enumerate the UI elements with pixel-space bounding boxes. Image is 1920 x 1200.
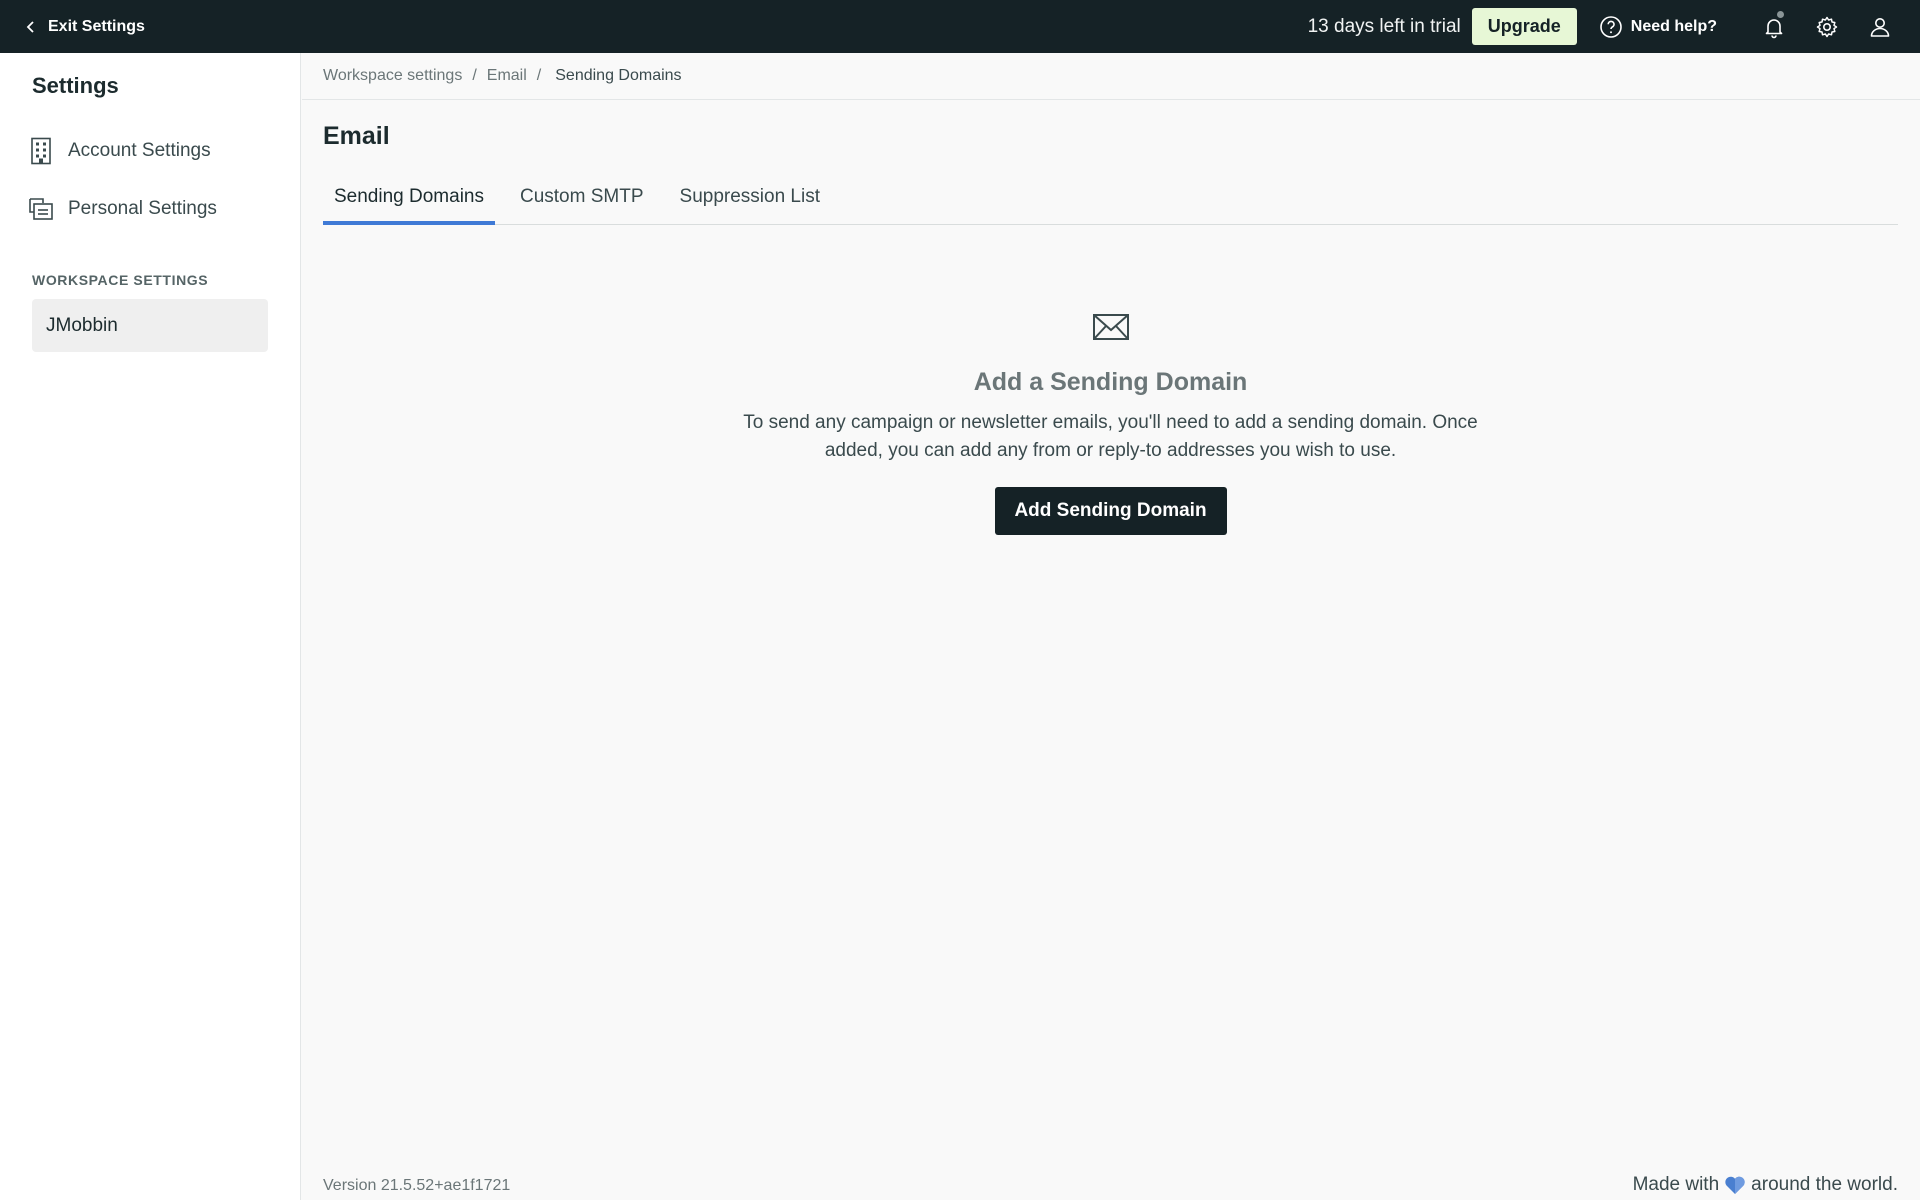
heart-icon — [1725, 1176, 1745, 1194]
breadcrumb-separator: / — [536, 67, 542, 84]
sidebar-item-label: Account Settings — [68, 140, 211, 161]
add-sending-domain-button[interactable]: Add Sending Domain — [994, 487, 1227, 535]
gear-icon — [1816, 16, 1837, 37]
exit-settings-label: Exit Settings — [48, 17, 145, 35]
tab-custom-smtp[interactable]: Custom SMTP — [509, 178, 655, 225]
top-bar-actions: 13 days left in trial Upgrade Need help? — [1308, 0, 1906, 53]
exit-settings-button[interactable]: Exit Settings — [24, 18, 145, 36]
email-tabs: Sending Domains Custom SMTP Suppression … — [323, 178, 1898, 225]
settings-button[interactable] — [1800, 0, 1853, 53]
help-circle-icon — [1599, 15, 1622, 38]
upgrade-button[interactable]: Upgrade — [1471, 8, 1577, 45]
trial-status: 13 days left in trial — [1307, 15, 1461, 37]
need-help-button[interactable]: Need help? — [1599, 15, 1717, 39]
breadcrumb-current: Sending Domains — [555, 67, 682, 84]
page-title: Email — [323, 122, 390, 150]
envelope-icon — [1092, 314, 1129, 340]
chevron-left-icon — [26, 20, 34, 33]
sidebar-item-account-settings[interactable]: Account Settings — [28, 137, 211, 165]
breadcrumb-separator: / — [472, 67, 477, 84]
need-help-label: Need help? — [1630, 17, 1717, 35]
empty-state-title: Add a Sending Domain — [973, 368, 1248, 396]
made-with-text: Made with — [1632, 1174, 1720, 1195]
breadcrumb-workspace-settings[interactable]: Workspace settings — [323, 67, 462, 85]
notification-dot — [1777, 11, 1784, 18]
empty-state: Add a Sending Domain To send any campaig… — [323, 300, 1898, 535]
sidebar-item-label: Personal Settings — [68, 198, 217, 219]
breadcrumb: Workspace settings / Email / Sending Dom… — [302, 53, 1920, 100]
tab-suppression-list[interactable]: Suppression List — [669, 178, 831, 225]
sidebar-title: Settings — [32, 73, 119, 98]
settings-sidebar: Settings Account Settings Personal Setti… — [0, 53, 301, 1200]
workspace-settings-heading: WORKSPACE SETTINGS — [32, 272, 209, 288]
sidebar-item-workspace[interactable]: JMobbin — [32, 299, 268, 352]
building-icon — [31, 137, 51, 165]
made-with-footer: Made with around the world. — [1633, 1174, 1898, 1196]
personal-settings-icon — [29, 198, 53, 220]
breadcrumb-email[interactable]: Email — [487, 67, 527, 85]
tab-sending-domains[interactable]: Sending Domains — [323, 178, 495, 225]
sidebar-item-personal-settings[interactable]: Personal Settings — [28, 195, 217, 223]
notifications-button[interactable] — [1747, 0, 1800, 53]
bell-icon — [1765, 18, 1782, 38]
empty-state-description: To send any campaign or newsletter email… — [743, 412, 1478, 461]
top-bar: Exit Settings 13 days left in trial Upgr… — [0, 0, 1920, 53]
around-the-world-text: around the world. — [1751, 1174, 1898, 1195]
user-icon — [1870, 17, 1889, 37]
profile-button[interactable] — [1853, 0, 1906, 53]
version-text: Version 21.5.52+ae1f1721 — [323, 1177, 511, 1194]
